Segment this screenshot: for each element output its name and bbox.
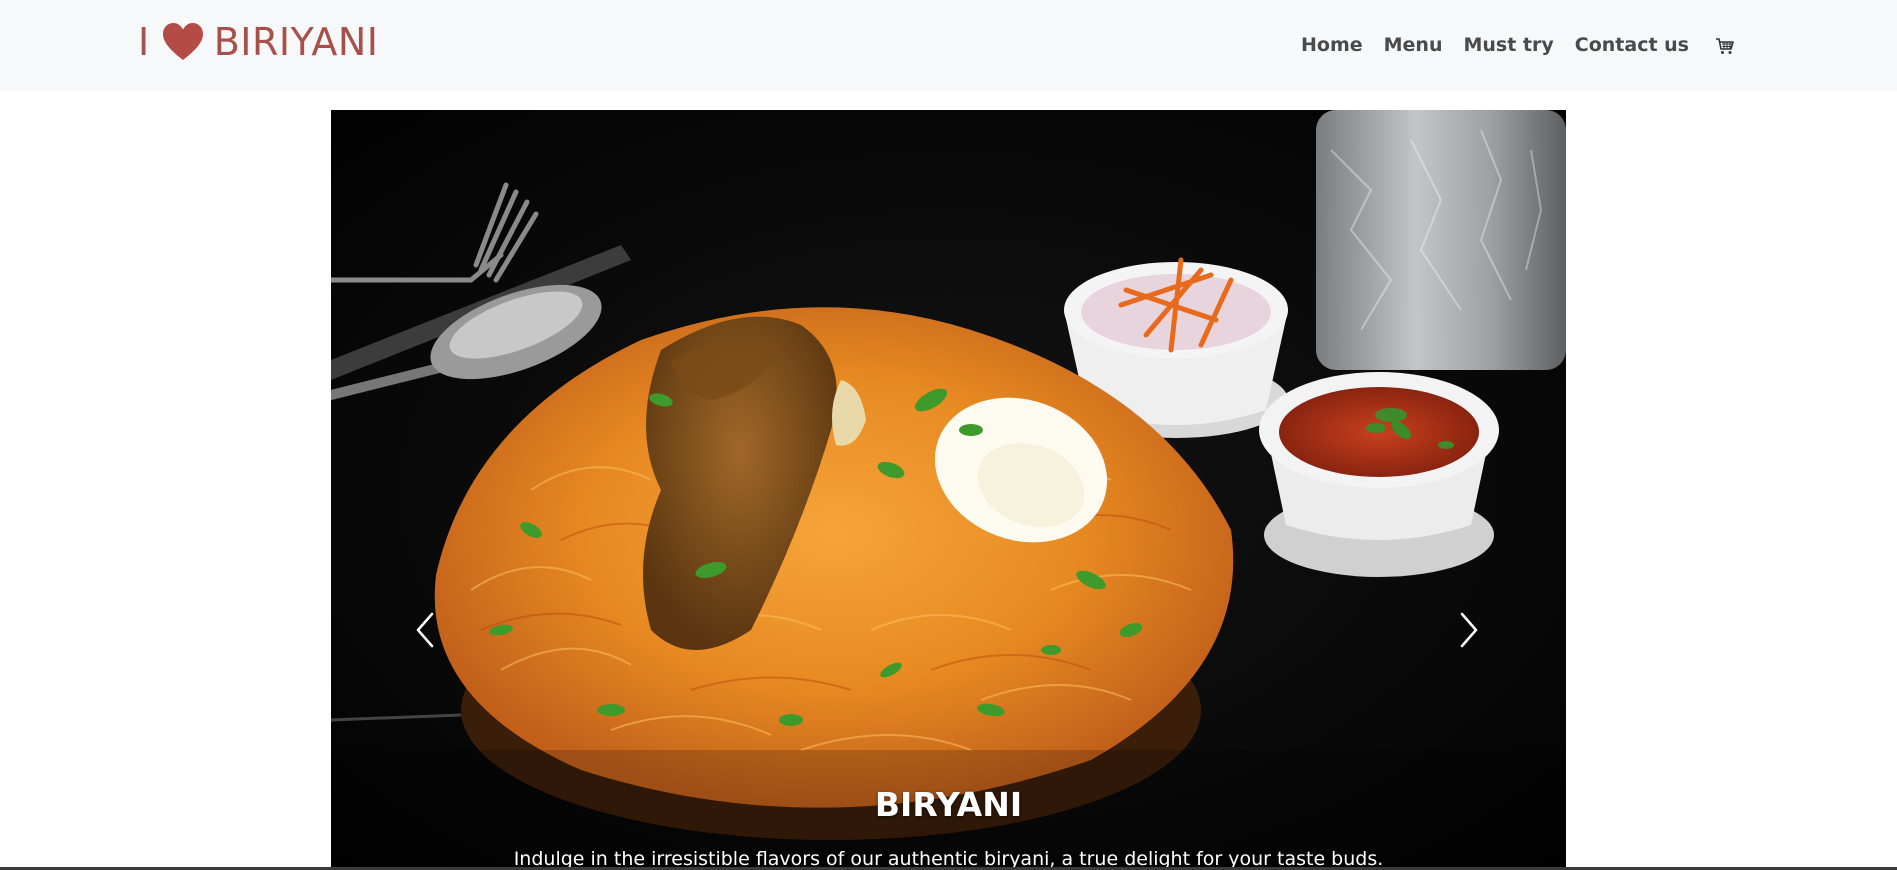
nav-home[interactable]: Home <box>1301 30 1363 60</box>
slide-description: Indulge in the irresistible flavors of o… <box>513 848 1384 870</box>
brand-logo[interactable]: I BIRIYANI <box>138 18 379 66</box>
cart-icon[interactable] <box>1715 36 1735 56</box>
navbar: I BIRIYANI Home Menu Must try Contact us <box>0 0 1897 90</box>
brand-name: BIRIYANI <box>213 20 379 64</box>
slide-title: BIRYANI <box>874 785 1023 824</box>
heart-icon <box>162 23 203 60</box>
brand-prefix: I <box>138 20 150 64</box>
biryani-photo <box>331 110 1566 870</box>
nav-must-try[interactable]: Must try <box>1463 30 1553 60</box>
chevron-left-icon[interactable] <box>410 610 440 650</box>
nav-menu-link[interactable]: Menu <box>1384 30 1443 60</box>
chevron-right-icon[interactable] <box>1454 610 1484 650</box>
nav-contact-us[interactable]: Contact us <box>1575 30 1689 60</box>
hero-carousel: BIRYANI Indulge in the irresistible flav… <box>331 110 1566 870</box>
nav-menu: Home Menu Must try Contact us <box>1280 30 1735 60</box>
